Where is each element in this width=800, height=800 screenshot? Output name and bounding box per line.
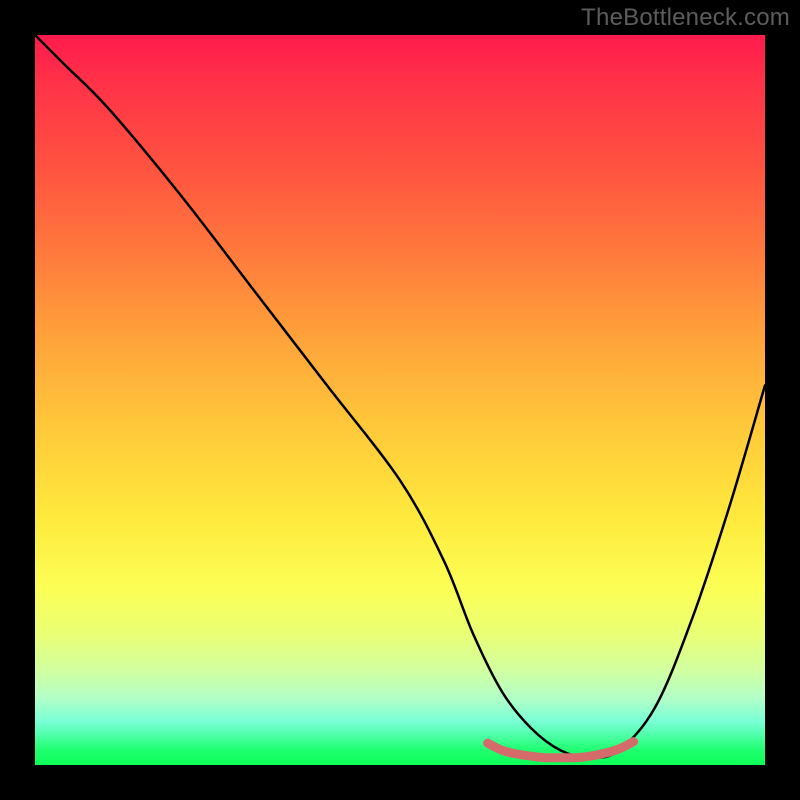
chart-frame: TheBottleneck.com <box>0 0 800 800</box>
watermark-text: TheBottleneck.com <box>581 4 790 32</box>
curve-overlay <box>35 35 765 765</box>
bottleneck-curve-path <box>35 35 765 758</box>
